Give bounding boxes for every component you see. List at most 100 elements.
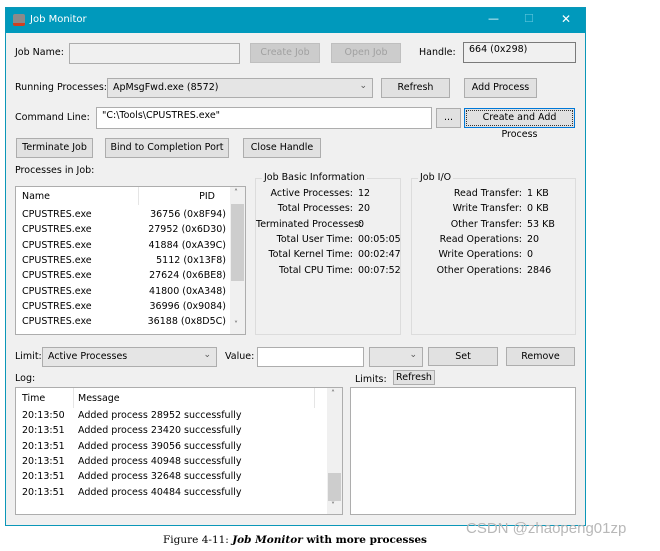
- caption-title: Job Monitor: [232, 534, 303, 546]
- process-name: CPUSTRES.exe: [22, 209, 92, 220]
- log-row[interactable]: 20:13:51 Added process 39056 successfully: [16, 441, 326, 456]
- remove-limit-button[interactable]: Remove: [506, 347, 575, 366]
- log-row[interactable]: 20:13:51 Added process 32648 successfully: [16, 471, 326, 486]
- info-key: Total Processes:: [277, 203, 353, 215]
- value-label: Value:: [225, 351, 255, 362]
- table-row[interactable]: CPUSTRES.exe 36188 (0x8D5C): [16, 316, 230, 331]
- log-list[interactable]: Time Message 20:13:50 Added process 28952…: [15, 387, 343, 515]
- create-job-button[interactable]: Create Job: [250, 43, 320, 63]
- info-key: Total Kernel Time:: [268, 249, 353, 261]
- command-line-input[interactable]: "C:\Tools\CPUSTRES.exe": [96, 107, 432, 129]
- scroll-down-icon[interactable]: ˅: [331, 501, 335, 510]
- info-value: 12: [358, 188, 371, 199]
- process-pid: 5112 (0x13F8): [156, 254, 226, 266]
- processes-scrollbar[interactable]: ˄ ˅: [230, 187, 245, 334]
- info-row: Terminated Processes: 0: [256, 219, 400, 234]
- open-job-button[interactable]: Open Job: [331, 43, 401, 63]
- limits-list[interactable]: [350, 387, 576, 515]
- command-line-label: Command Line:: [15, 112, 90, 123]
- info-key: Read Operations:: [439, 233, 522, 245]
- info-value: 2846: [527, 264, 552, 276]
- info-value: 0 KB: [527, 203, 549, 215]
- limit-label: Limit:: [15, 351, 42, 362]
- scroll-up-icon[interactable]: ˄: [331, 389, 335, 398]
- info-key: Terminated Processes:: [256, 218, 363, 230]
- info-value: 00:07:52: [358, 264, 401, 276]
- column-divider: [73, 388, 74, 408]
- info-key: Total User Time:: [276, 233, 353, 245]
- selected-limit: Active Processes: [48, 351, 128, 362]
- limit-dropdown[interactable]: Active Processes ⌄: [42, 347, 217, 367]
- column-header-name[interactable]: Name: [22, 191, 50, 206]
- table-row[interactable]: CPUSTRES.exe 41800 (0xA348): [16, 286, 230, 301]
- chevron-down-icon: ⌄: [359, 81, 367, 91]
- info-row: Write Transfer: 0 KB: [412, 203, 575, 218]
- log-time: 20:13:50: [22, 410, 65, 421]
- process-pid: 27952 (0x6D30): [148, 224, 226, 236]
- table-row[interactable]: CPUSTRES.exe 41884 (0xA39C): [16, 240, 230, 255]
- table-row[interactable]: CPUSTRES.exe 36996 (0x9084): [16, 301, 230, 316]
- log-message: Added process 40948 successfully: [78, 455, 242, 467]
- log-time: 20:13:51: [22, 486, 65, 498]
- handle-label: Handle:: [419, 47, 456, 58]
- log-label: Log:: [15, 373, 36, 384]
- log-message: Added process 40484 successfully: [78, 486, 242, 498]
- limits-label: Limits:: [355, 374, 387, 385]
- process-pid: 27624 (0x6BE8): [149, 270, 226, 282]
- log-time: 20:13:51: [22, 440, 65, 452]
- close-handle-button[interactable]: Close Handle: [243, 138, 321, 158]
- group-title: Job I/O: [418, 172, 454, 183]
- processes-list[interactable]: Name PID CPUSTRES.exe 36756 (0x8F94) CPUST…: [15, 186, 246, 335]
- log-row[interactable]: 20:13:51 Added process 23420 successfully: [16, 425, 326, 440]
- limit-unit-dropdown[interactable]: ⌄: [369, 347, 423, 367]
- table-row[interactable]: CPUSTRES.exe 27624 (0x6BE8): [16, 270, 230, 285]
- scroll-thumb[interactable]: [231, 204, 244, 281]
- process-pid: 41884 (0xA39C): [148, 239, 226, 251]
- refresh-limits-button[interactable]: Refresh: [393, 370, 435, 385]
- info-row: Total Processes: 20: [256, 203, 400, 218]
- scroll-thumb[interactable]: [328, 473, 341, 501]
- job-name-input[interactable]: [69, 43, 240, 64]
- info-row: Other Transfer: 53 KB: [412, 219, 575, 234]
- log-row[interactable]: 20:13:50 Added process 28952 successfully: [16, 410, 326, 425]
- refresh-processes-button[interactable]: Refresh: [381, 78, 450, 98]
- log-row[interactable]: 20:13:51 Added process 40948 successfully: [16, 456, 326, 471]
- column-header-time[interactable]: Time: [22, 393, 45, 408]
- column-header-pid[interactable]: PID: [139, 191, 229, 206]
- table-row[interactable]: CPUSTRES.exe 5112 (0x13F8): [16, 255, 230, 270]
- info-key: Write Transfer:: [452, 203, 522, 215]
- process-name: CPUSTRES.exe: [22, 316, 92, 328]
- log-message: Added process 39056 successfully: [78, 440, 242, 452]
- process-name: CPUSTRES.exe: [22, 285, 92, 297]
- running-processes-dropdown[interactable]: ApMsgFwd.exe (8572) ⌄: [107, 78, 373, 98]
- create-and-add-process-button[interactable]: Create and Add Process: [464, 108, 575, 140]
- process-name: CPUSTRES.exe: [22, 300, 92, 312]
- info-row: Total User Time: 00:05:05: [256, 233, 401, 249]
- table-row[interactable]: CPUSTRES.exe 36756 (0x8F94): [16, 209, 230, 224]
- terminate-job-button[interactable]: Terminate Job: [16, 138, 93, 158]
- scroll-down-icon[interactable]: ˅: [234, 320, 238, 329]
- bind-completion-port-button[interactable]: Bind to Completion Port: [105, 138, 229, 158]
- running-processes-label: Running Processes:: [15, 82, 107, 93]
- info-value: 1 KB: [527, 188, 549, 199]
- log-row[interactable]: 20:13:51 Added process 40484 successfully: [16, 487, 326, 502]
- log-scrollbar[interactable]: ˄ ˅: [327, 388, 342, 514]
- column-header-message[interactable]: Message: [78, 393, 120, 408]
- limit-value-input[interactable]: [257, 347, 364, 367]
- chevron-down-icon: ⌄: [409, 350, 417, 360]
- info-value: 0: [358, 218, 365, 230]
- log-message: Added process 23420 successfully: [78, 425, 242, 437]
- caption-prefix: Figure 4-11:: [163, 534, 233, 546]
- add-process-button[interactable]: Add Process: [464, 78, 537, 98]
- watermark: CSDN @zhaopeng01zp: [466, 520, 627, 537]
- selected-process: ApMsgFwd.exe (8572): [113, 82, 219, 93]
- info-value: 20: [527, 233, 540, 245]
- set-limit-button[interactable]: Set: [428, 347, 498, 366]
- scroll-up-icon[interactable]: ˄: [234, 188, 238, 197]
- chevron-down-icon: ⌄: [203, 350, 211, 360]
- browse-button[interactable]: ...: [436, 108, 461, 128]
- handle-field: 664 (0x298): [463, 42, 576, 63]
- info-row: Read Transfer: 1 KB: [412, 188, 575, 203]
- table-row[interactable]: CPUSTRES.exe 27952 (0x6D30): [16, 224, 230, 239]
- process-pid: 36756 (0x8F94): [150, 209, 226, 220]
